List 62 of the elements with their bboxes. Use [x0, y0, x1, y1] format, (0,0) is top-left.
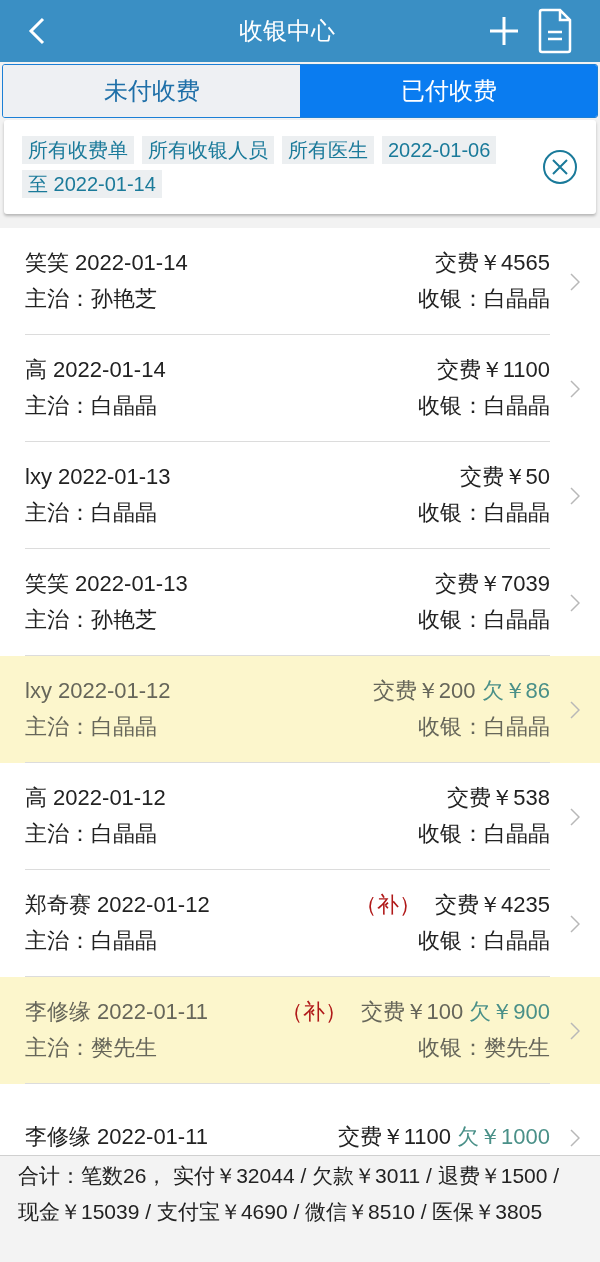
doctor-name: 主治：白晶晶	[25, 820, 157, 848]
owed-amount: 欠￥86	[481, 677, 550, 705]
paid-amount: 交费￥4565	[435, 249, 550, 277]
doctor-name: 主治：白晶晶	[25, 392, 157, 420]
filter-chip[interactable]: 所有医生	[282, 136, 374, 164]
cashier-name: 收银：白晶晶	[418, 713, 550, 741]
paid-amount: 交费￥50	[459, 463, 550, 491]
chevron-icon	[570, 700, 580, 719]
paid-amount: 交费￥7039	[435, 570, 550, 598]
back-icon[interactable]	[28, 17, 46, 45]
chevron-icon	[570, 379, 580, 398]
supplement-tag: （补）	[280, 997, 347, 1027]
paid-amount: 交费￥200	[372, 677, 476, 705]
chevron-icon	[570, 486, 580, 505]
record-title: lxy 2022-01-13	[25, 463, 171, 491]
doctor-name: 主治：樊先生	[25, 1034, 157, 1062]
record-title: 郑奇赛 2022-01-12	[25, 891, 210, 919]
doctor-name: 主治：白晶晶	[25, 927, 157, 955]
record-row[interactable]: 李修缘 2022-01-11 （补） 交费￥100 欠￥900 主治：樊先生 收银：樊先生	[0, 977, 600, 1084]
owed-amount: 欠￥900	[469, 998, 550, 1026]
filter-chip[interactable]: 所有收费单	[22, 136, 134, 164]
plus-icon[interactable]	[488, 15, 520, 47]
chevron-icon	[570, 1021, 580, 1040]
doctor-name: 主治：白晶晶	[25, 713, 157, 741]
chevron-icon	[570, 272, 580, 291]
filter-chip[interactable]: 2022-01-06	[382, 136, 497, 164]
paid-amount: 交费￥4235	[435, 891, 550, 919]
owed-amount: 欠￥1000	[457, 1123, 550, 1151]
page-title: 收银中心	[239, 16, 335, 46]
chevron-icon	[570, 1128, 580, 1147]
record-title: lxy 2022-01-12	[25, 677, 171, 705]
doctor-name: 主治：孙艳芝	[25, 606, 157, 634]
cashier-name: 收银：白晶晶	[418, 285, 550, 313]
cashier-name: 收银：白晶晶	[418, 820, 550, 848]
paid-amount: 交费￥1100	[436, 356, 550, 384]
cashier-name: 收银：白晶晶	[418, 499, 550, 527]
paid-amount: 交费￥100	[360, 998, 464, 1026]
cashier-name: 收银：白晶晶	[418, 927, 550, 955]
cashier-name: 收银：樊先生	[418, 1034, 550, 1062]
chevron-icon	[570, 593, 580, 612]
record-title: 笑笑 2022-01-14	[25, 249, 188, 277]
record-title: 李修缘 2022-01-11	[25, 1123, 208, 1151]
record-row[interactable]: lxy 2022-01-12 交费￥200 欠￥86 主治：白晶晶 收银：白晶晶	[0, 656, 600, 763]
doctor-name: 主治：孙艳芝	[25, 285, 157, 313]
filter-chip[interactable]: 所有收银人员	[142, 136, 274, 164]
paid-amount: 交费￥1100	[337, 1123, 452, 1151]
paid-amount: 交费￥538	[447, 784, 550, 812]
chevron-icon	[570, 807, 580, 826]
doctor-name: 主治：白晶晶	[25, 499, 157, 527]
record-title: 高 2022-01-14	[25, 356, 166, 384]
tab[interactable]: 已付收费	[300, 65, 597, 117]
cashier-name: 收银：白晶晶	[418, 392, 550, 420]
cashier-name: 收银：白晶晶	[418, 606, 550, 634]
supplement-tag: （补）	[355, 890, 422, 920]
document-icon[interactable]	[538, 8, 572, 54]
tab[interactable]: 未付收费	[3, 65, 300, 117]
record-title: 笑笑 2022-01-13	[25, 570, 188, 598]
record-title: 李修缘 2022-01-11	[25, 998, 208, 1026]
chevron-icon	[570, 914, 580, 933]
clear-icon[interactable]	[542, 149, 578, 185]
record-title: 高 2022-01-12	[25, 784, 166, 812]
filter-chip[interactable]: 至 2022-01-14	[22, 170, 162, 198]
